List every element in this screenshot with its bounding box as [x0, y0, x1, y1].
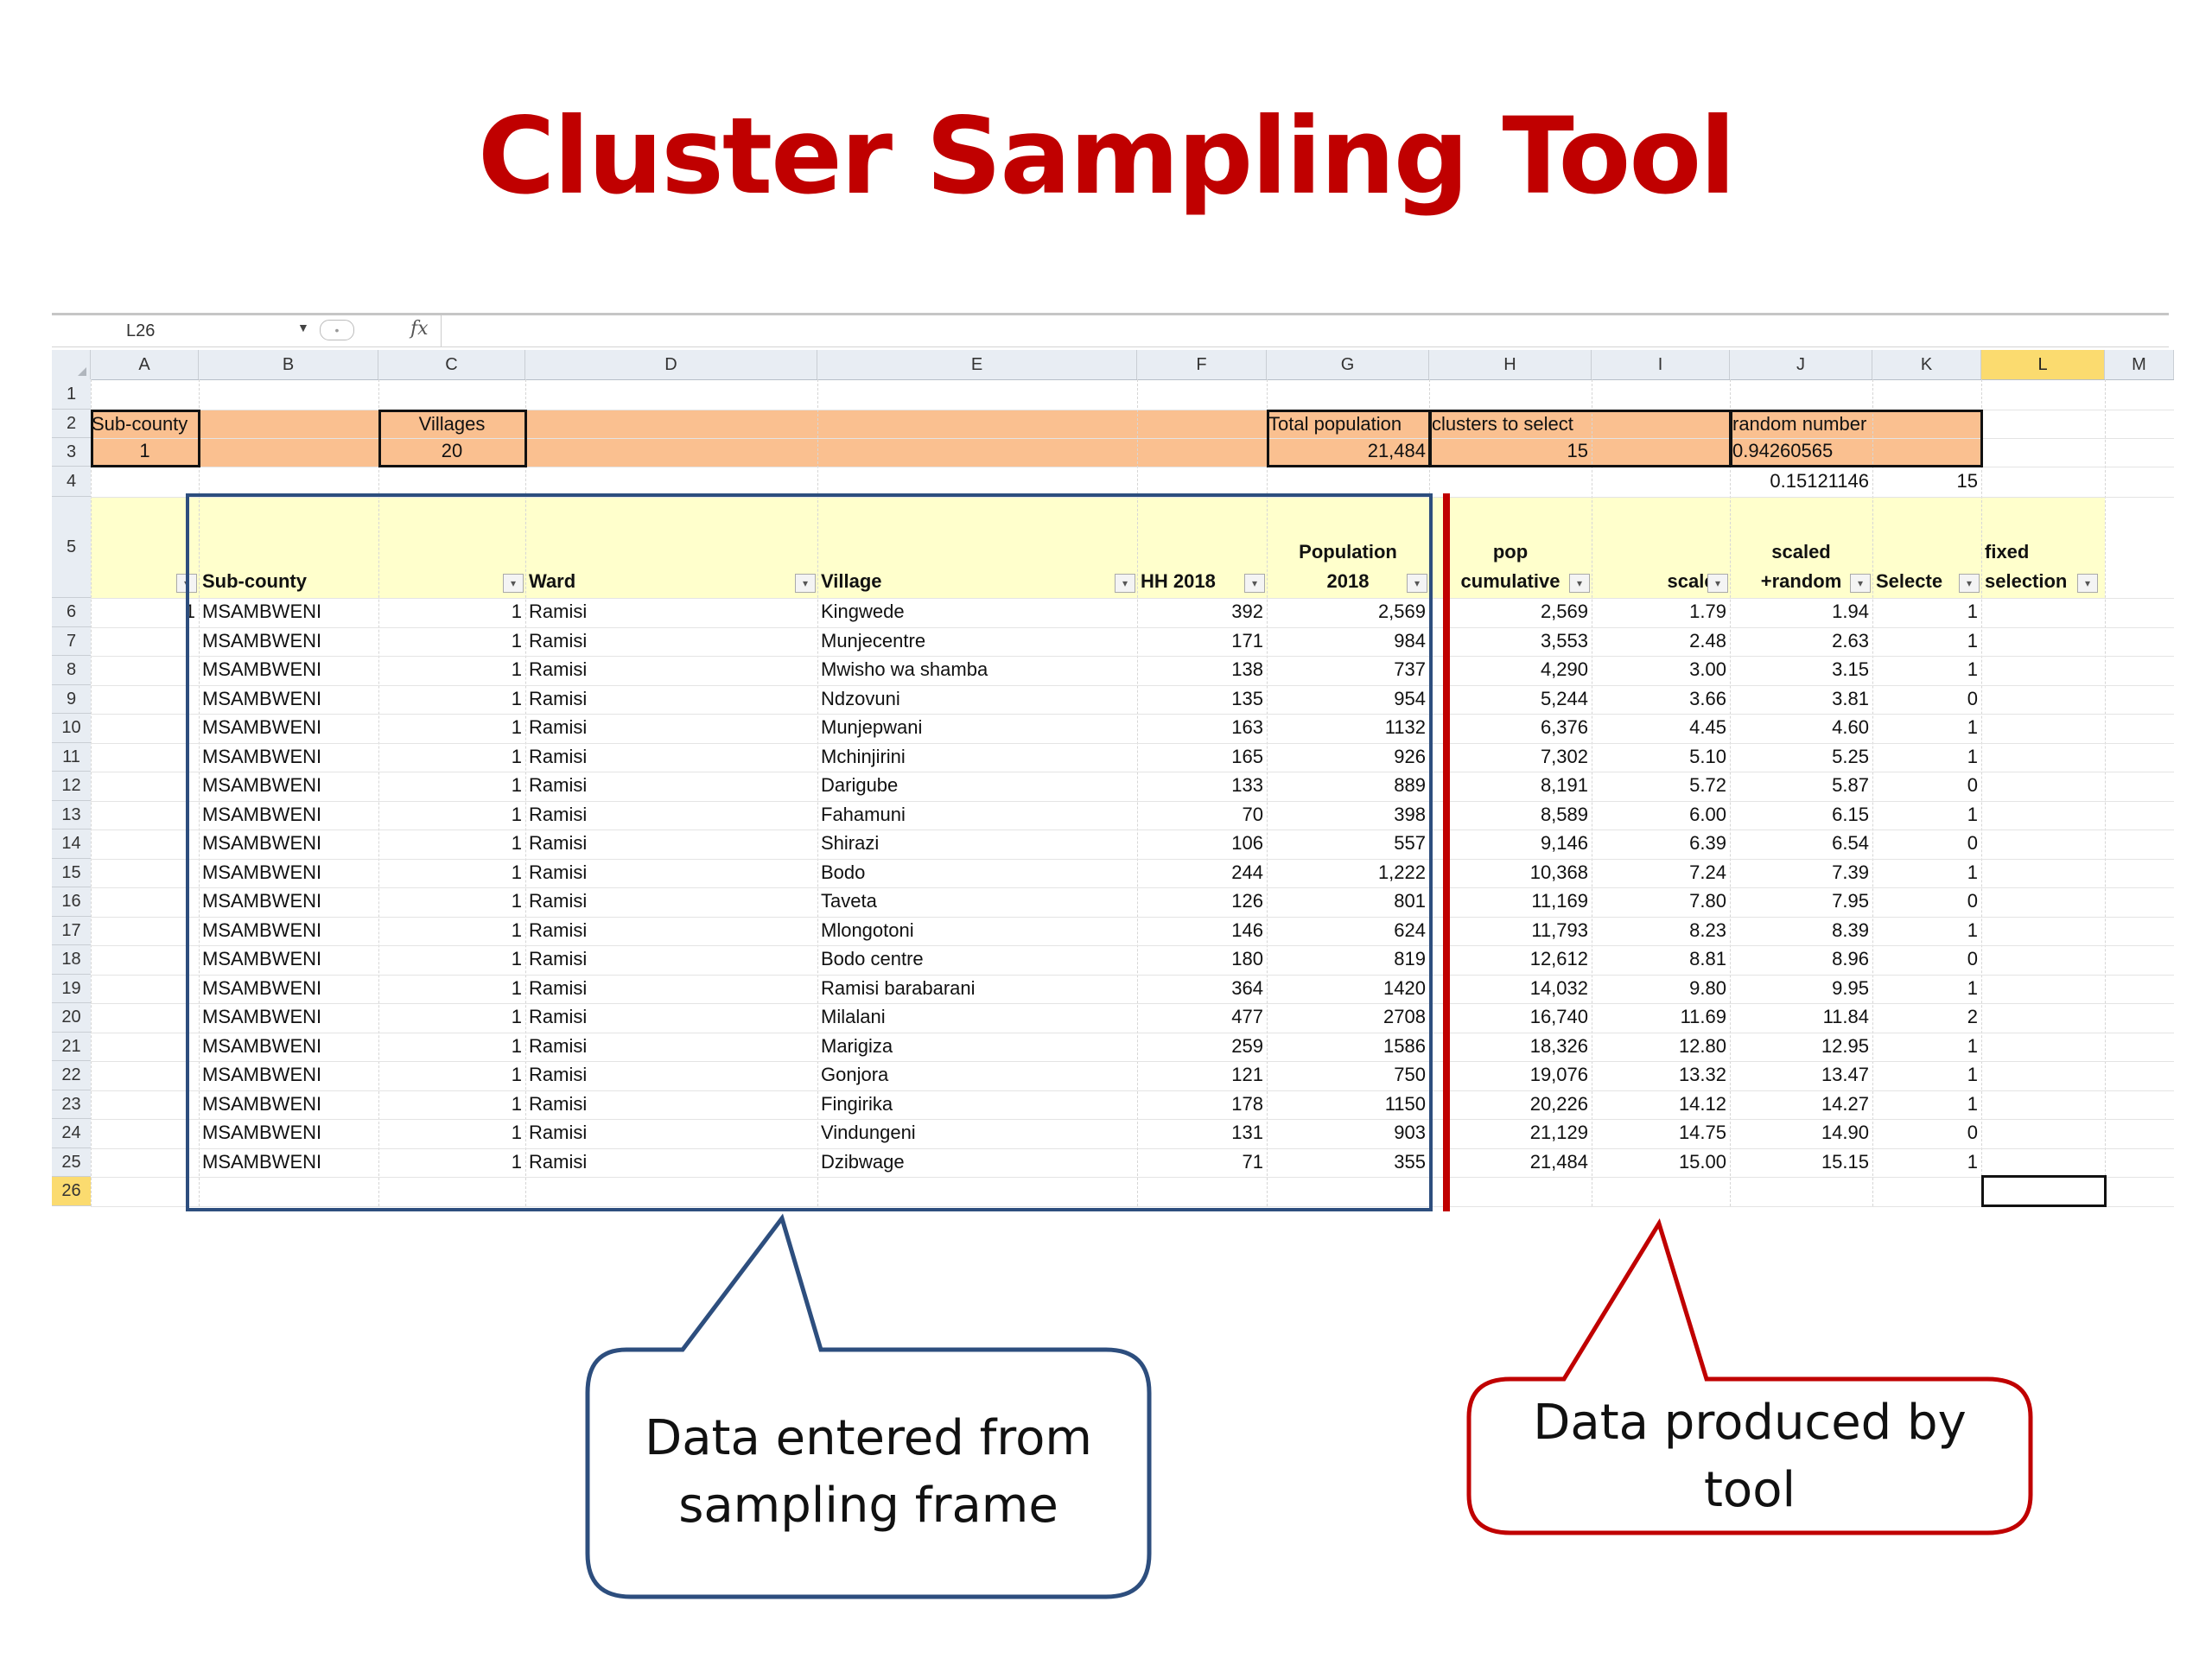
right-callout-line1: Data produced by	[1533, 1395, 1967, 1451]
left-callout-line1: Data entered from	[645, 1410, 1092, 1466]
right-callout-text: Data produced by tool	[1469, 1389, 2031, 1524]
left-callout-line2: sampling frame	[678, 1478, 1058, 1534]
right-callout-line2: tool	[1703, 1462, 1796, 1518]
left-callout-text: Data entered from sampling frame	[588, 1405, 1149, 1540]
